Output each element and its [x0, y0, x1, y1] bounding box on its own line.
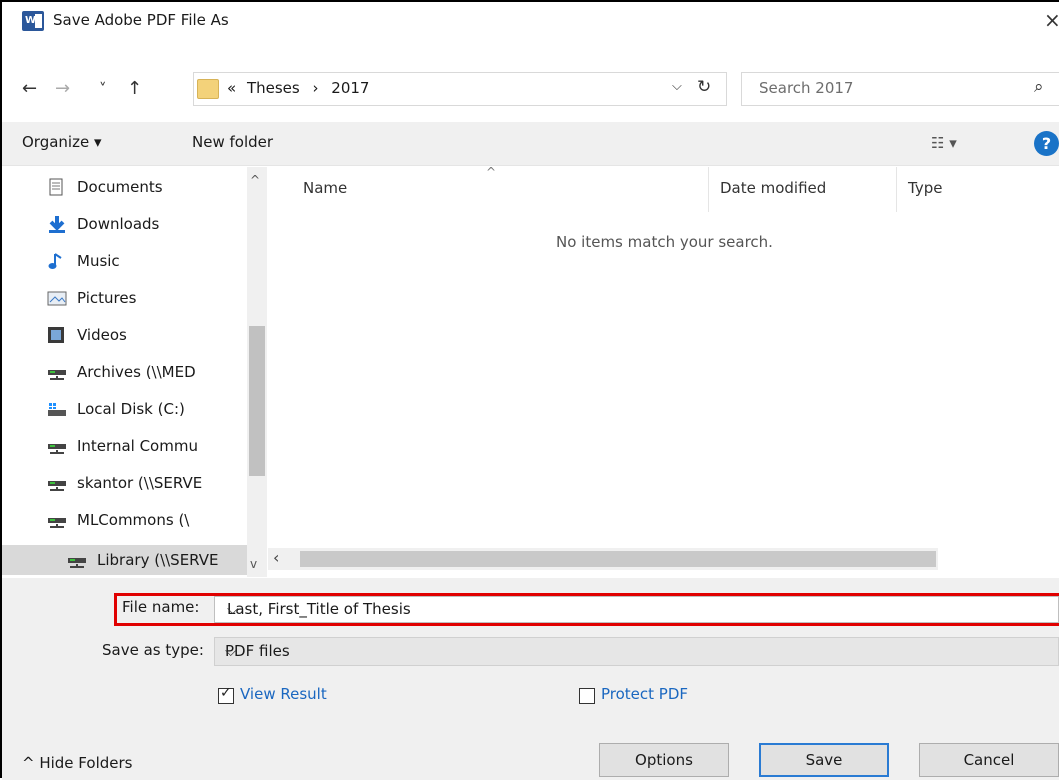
network-drive-icon — [47, 474, 67, 492]
view-result-label[interactable]: View Result — [240, 685, 327, 703]
nav-item-local-disk[interactable]: Local Disk (C:) — [47, 393, 257, 425]
nav-item-label: Local Disk (C:) — [77, 400, 185, 418]
breadcrumb-separator-icon: › — [312, 79, 319, 97]
filelist-horizontal-scrollbar[interactable]: ‹ — [268, 548, 938, 570]
search-placeholder: Search 2017 — [759, 79, 854, 97]
navigation-pane: Documents Downloads Music Pictures Video… — [2, 167, 267, 577]
nav-item-label: Archives (\\MED — [77, 363, 196, 381]
save-as-type-label: Save as type: — [102, 641, 204, 659]
forward-arrow-icon[interactable]: → — [55, 78, 70, 99]
cancel-button[interactable]: Cancel — [919, 743, 1059, 777]
window-title: Save Adobe PDF File As — [53, 11, 229, 29]
nav-item-label: MLCommons (\ — [77, 511, 190, 529]
nav-item-library[interactable]: Library (\\SERVE — [2, 545, 257, 575]
scroll-down-icon[interactable]: v — [250, 557, 257, 571]
nav-item-downloads[interactable]: Downloads — [47, 208, 257, 240]
hide-folders-button[interactable]: ^ Hide Folders — [22, 754, 132, 772]
back-arrow-icon[interactable]: ← — [22, 78, 37, 99]
nav-item-skantor[interactable]: skantor (\\SERVE — [47, 467, 257, 499]
nav-item-label: Music — [77, 252, 120, 270]
empty-results-message: No items match your search. — [556, 233, 773, 251]
checkmark-icon: ✓ — [220, 685, 232, 701]
protect-pdf-checkbox[interactable] — [579, 688, 595, 704]
nav-item-label: Pictures — [77, 289, 137, 307]
downloads-icon — [47, 215, 67, 233]
breadcrumb-item-2017[interactable]: 2017 — [331, 79, 369, 97]
address-dropdown-chevron-icon[interactable]: ⌵ — [672, 79, 682, 94]
refresh-icon[interactable]: ↻ — [697, 77, 711, 97]
nav-item-label: Internal Commu — [77, 437, 198, 455]
nav-item-mlcommons[interactable]: MLCommons (\ — [47, 504, 257, 536]
recent-locations-chevron-icon[interactable]: ˅ — [99, 80, 107, 98]
organize-button[interactable]: Organize ▾ — [22, 133, 102, 151]
sort-ascending-icon: ^ — [486, 165, 497, 179]
nav-item-label: Downloads — [77, 215, 160, 233]
file-name-label: File name: — [122, 598, 200, 616]
file-list: ^ Name Date modified Type No items match… — [268, 165, 1059, 577]
network-drive-icon — [67, 551, 87, 569]
file-name-input[interactable]: Last, First_Title of Thesis ⌵ — [214, 596, 1059, 623]
options-button[interactable]: Options — [599, 743, 729, 777]
breadcrumb: « Theses › 2017 — [227, 79, 369, 97]
network-drive-icon — [47, 437, 67, 455]
protect-pdf-label[interactable]: Protect PDF — [601, 685, 688, 703]
save-form: File name: Last, First_Title of Thesis ⌵… — [2, 578, 1059, 780]
navpane-scrollbar[interactable]: ^ v — [247, 167, 267, 577]
column-header-date-modified[interactable]: Date modified — [720, 179, 826, 197]
word-app-icon: W — [22, 11, 44, 31]
nav-item-label: Library (\\SERVE — [97, 551, 219, 569]
network-drive-icon — [47, 363, 67, 381]
search-icon[interactable]: ⌕ — [1034, 77, 1044, 97]
command-bar: Organize ▾ New folder ☷ ▾ ? — [2, 122, 1059, 166]
pictures-icon — [47, 289, 67, 307]
nav-item-music[interactable]: Music — [47, 245, 257, 277]
save-dialog: W Save Adobe PDF File As × ← → ˅ ↑ « The… — [0, 0, 1059, 780]
nav-item-label: skantor (\\SERVE — [77, 474, 203, 492]
title-bar: W Save Adobe PDF File As × — [2, 2, 1059, 40]
view-result-checkbox[interactable]: ✓ — [218, 685, 234, 704]
scrollbar-thumb[interactable] — [300, 551, 936, 567]
nav-item-internal-commu[interactable]: Internal Commu — [47, 430, 257, 462]
address-bar[interactable]: « Theses › 2017 ⌵ ↻ — [193, 72, 727, 106]
scrollbar-thumb[interactable] — [249, 326, 265, 476]
nav-item-label: Videos — [77, 326, 127, 344]
column-divider[interactable] — [896, 167, 897, 212]
videos-icon — [47, 326, 67, 344]
view-options-icon[interactable]: ☷ ▾ — [931, 134, 957, 152]
nav-item-documents[interactable]: Documents — [47, 171, 257, 203]
music-icon — [47, 252, 67, 270]
nav-item-archives[interactable]: Archives (\\MED — [47, 356, 257, 388]
documents-icon — [47, 178, 67, 196]
column-header-name[interactable]: Name — [303, 179, 347, 197]
column-divider[interactable] — [708, 167, 709, 212]
folder-icon — [197, 79, 219, 99]
up-arrow-icon[interactable]: ↑ — [127, 78, 142, 99]
nav-item-label: Documents — [77, 178, 163, 196]
scroll-up-icon[interactable]: ^ — [250, 173, 260, 187]
scroll-left-icon[interactable]: ‹ — [273, 548, 279, 567]
breadcrumb-item-theses[interactable]: Theses — [247, 79, 300, 97]
column-header-type[interactable]: Type — [908, 179, 942, 197]
search-input[interactable]: Search 2017 ⌕ — [741, 72, 1059, 106]
nav-item-videos[interactable]: Videos — [47, 319, 257, 351]
nav-item-pictures[interactable]: Pictures — [47, 282, 257, 314]
new-folder-button[interactable]: New folder — [192, 133, 273, 151]
chevron-down-icon[interactable]: ⌵ — [225, 642, 1052, 660]
save-button[interactable]: Save — [759, 743, 889, 777]
help-icon[interactable]: ? — [1034, 131, 1059, 156]
close-icon[interactable]: × — [1044, 8, 1059, 32]
save-as-type-select[interactable]: PDF files ⌵ — [214, 637, 1059, 666]
network-drive-icon — [47, 511, 67, 529]
breadcrumb-prefix-icon[interactable]: « — [227, 79, 236, 97]
local-disk-icon — [47, 400, 67, 418]
chevron-down-icon[interactable]: ⌵ — [227, 600, 1052, 618]
